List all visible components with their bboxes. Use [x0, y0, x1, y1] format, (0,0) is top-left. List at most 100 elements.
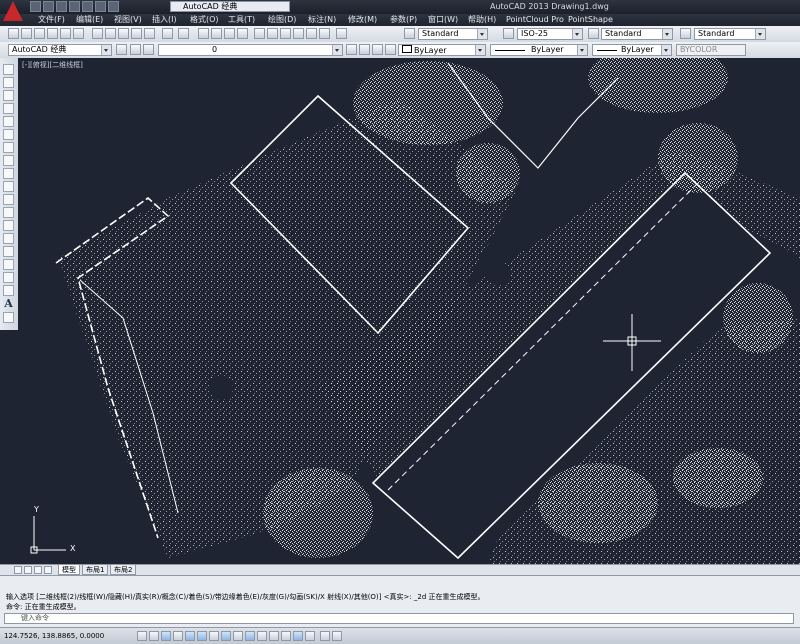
plot-preview-icon[interactable] [60, 28, 71, 39]
undo-toolbar-icon[interactable] [162, 28, 173, 39]
zoom-realtime-icon[interactable] [211, 28, 222, 39]
hatch-icon[interactable] [3, 246, 14, 257]
menu-modify[interactable]: 修改(M) [348, 14, 377, 26]
sheet-set-icon[interactable] [293, 28, 304, 39]
tab-model[interactable]: 模型 [58, 565, 80, 575]
ellipse-arc-icon[interactable] [3, 194, 14, 205]
redo-toolbar-icon[interactable] [178, 28, 189, 39]
paste-icon[interactable] [118, 28, 129, 39]
undo-icon[interactable] [95, 1, 106, 12]
publish-icon[interactable] [73, 28, 84, 39]
transparency-icon[interactable] [269, 631, 279, 641]
chevron-down-icon[interactable] [572, 29, 582, 39]
chevron-down-icon[interactable] [477, 29, 487, 39]
text-style-icon[interactable] [404, 28, 415, 39]
line-icon[interactable] [3, 64, 14, 75]
chevron-down-icon[interactable] [661, 45, 671, 55]
menu-help[interactable]: 帮助(H) [468, 14, 496, 26]
dim-style-icon[interactable] [503, 28, 514, 39]
grid-display-icon[interactable] [161, 631, 171, 641]
save-icon[interactable] [56, 1, 67, 12]
3d-osnap-icon[interactable] [209, 631, 219, 641]
chevron-down-icon[interactable] [101, 45, 111, 55]
menu-view[interactable]: 视图(V) [114, 14, 142, 26]
ellipse-icon[interactable] [3, 181, 14, 192]
make-block-icon[interactable] [3, 220, 14, 231]
dynamic-input-icon[interactable] [245, 631, 255, 641]
chevron-down-icon[interactable] [577, 45, 587, 55]
spline-icon[interactable] [3, 168, 14, 179]
markup-icon[interactable] [306, 28, 317, 39]
polar-tracking-icon[interactable] [185, 631, 195, 641]
ortho-mode-icon[interactable] [173, 631, 183, 641]
polyline-icon[interactable] [3, 90, 14, 101]
new-icon[interactable] [30, 1, 41, 12]
add-selected-icon[interactable] [3, 312, 14, 323]
layer-select[interactable]: 0 [158, 44, 343, 56]
mleader-style-icon[interactable] [680, 28, 691, 39]
menu-pointshape[interactable]: PointShape [568, 14, 613, 26]
last-tab-icon[interactable] [44, 566, 52, 574]
layer-match-icon[interactable] [372, 44, 383, 55]
menu-edit[interactable]: 编辑(E) [76, 14, 103, 26]
layer-properties-icon[interactable] [130, 44, 141, 55]
coordinate-readout[interactable]: 124.7526, 138.8865, 0.0000 [4, 631, 104, 641]
cut-icon[interactable] [92, 28, 103, 39]
tab-layout2[interactable]: 布局2 [110, 565, 137, 575]
multiline-text-icon[interactable]: A [3, 298, 14, 309]
save-file-icon[interactable] [34, 28, 45, 39]
quick-view-icon[interactable] [332, 631, 342, 641]
menu-draw[interactable]: 绘图(D) [268, 14, 296, 26]
annotation-monitor-icon[interactable] [305, 631, 315, 641]
menu-format[interactable]: 格式(O) [190, 14, 219, 26]
table-style-select[interactable]: Standard [601, 28, 673, 40]
prev-tab-icon[interactable] [24, 566, 32, 574]
zoom-previous-icon[interactable] [237, 28, 248, 39]
arc-icon[interactable] [3, 129, 14, 140]
menu-file[interactable]: 文件(F) [38, 14, 65, 26]
drawing-area[interactable]: [-][俯视][二维线框] Y X [18, 58, 800, 564]
redo-icon[interactable] [108, 1, 119, 12]
revision-cloud-icon[interactable] [3, 155, 14, 166]
plot-icon[interactable] [82, 1, 93, 12]
chevron-down-icon[interactable] [332, 45, 342, 55]
model-space-icon[interactable] [320, 631, 330, 641]
object-snap-tracking-icon[interactable] [221, 631, 231, 641]
table-icon[interactable] [3, 285, 14, 296]
linetype-select[interactable]: ByLayer [490, 44, 588, 56]
qnew-icon[interactable] [8, 28, 19, 39]
zoom-window-icon[interactable] [224, 28, 235, 39]
color-select[interactable]: ByLayer [398, 44, 486, 56]
text-style-select[interactable]: Standard [418, 28, 488, 40]
lineweight-select[interactable]: ByLayer [592, 44, 672, 56]
command-input[interactable]: 键入命令 [4, 613, 794, 624]
pan-icon[interactable] [198, 28, 209, 39]
snap-mode-icon[interactable] [149, 631, 159, 641]
properties-icon[interactable] [254, 28, 265, 39]
menu-pointcloud-pro[interactable]: PointCloud Pro [506, 14, 564, 26]
first-tab-icon[interactable] [14, 566, 22, 574]
chevron-down-icon[interactable] [755, 29, 765, 39]
dynamic-ucs-icon[interactable] [233, 631, 243, 641]
menu-insert[interactable]: 插入(I) [152, 14, 177, 26]
tool-palettes-icon[interactable] [280, 28, 291, 39]
print-icon[interactable] [47, 28, 58, 39]
help-icon[interactable] [336, 28, 347, 39]
copy-icon[interactable] [105, 28, 116, 39]
mleader-style-select[interactable]: Standard [694, 28, 766, 40]
construction-line-icon[interactable] [3, 77, 14, 88]
insert-block-icon[interactable] [3, 207, 14, 218]
quick-properties-icon[interactable] [281, 631, 291, 641]
design-center-icon[interactable] [267, 28, 278, 39]
tab-layout1[interactable]: 布局1 [82, 565, 109, 575]
rectangle-icon[interactable] [3, 116, 14, 127]
table-style-icon[interactable] [588, 28, 599, 39]
workspace-switcher[interactable]: AutoCAD 经典 [170, 1, 290, 12]
menu-window[interactable]: 窗口(W) [428, 14, 458, 26]
infer-constraints-icon[interactable] [137, 631, 147, 641]
gradient-icon[interactable] [3, 259, 14, 270]
layer-state-icon[interactable] [143, 44, 154, 55]
circle-icon[interactable] [3, 142, 14, 153]
block-editor-icon[interactable] [144, 28, 155, 39]
color-swatch-icon[interactable] [385, 44, 396, 55]
